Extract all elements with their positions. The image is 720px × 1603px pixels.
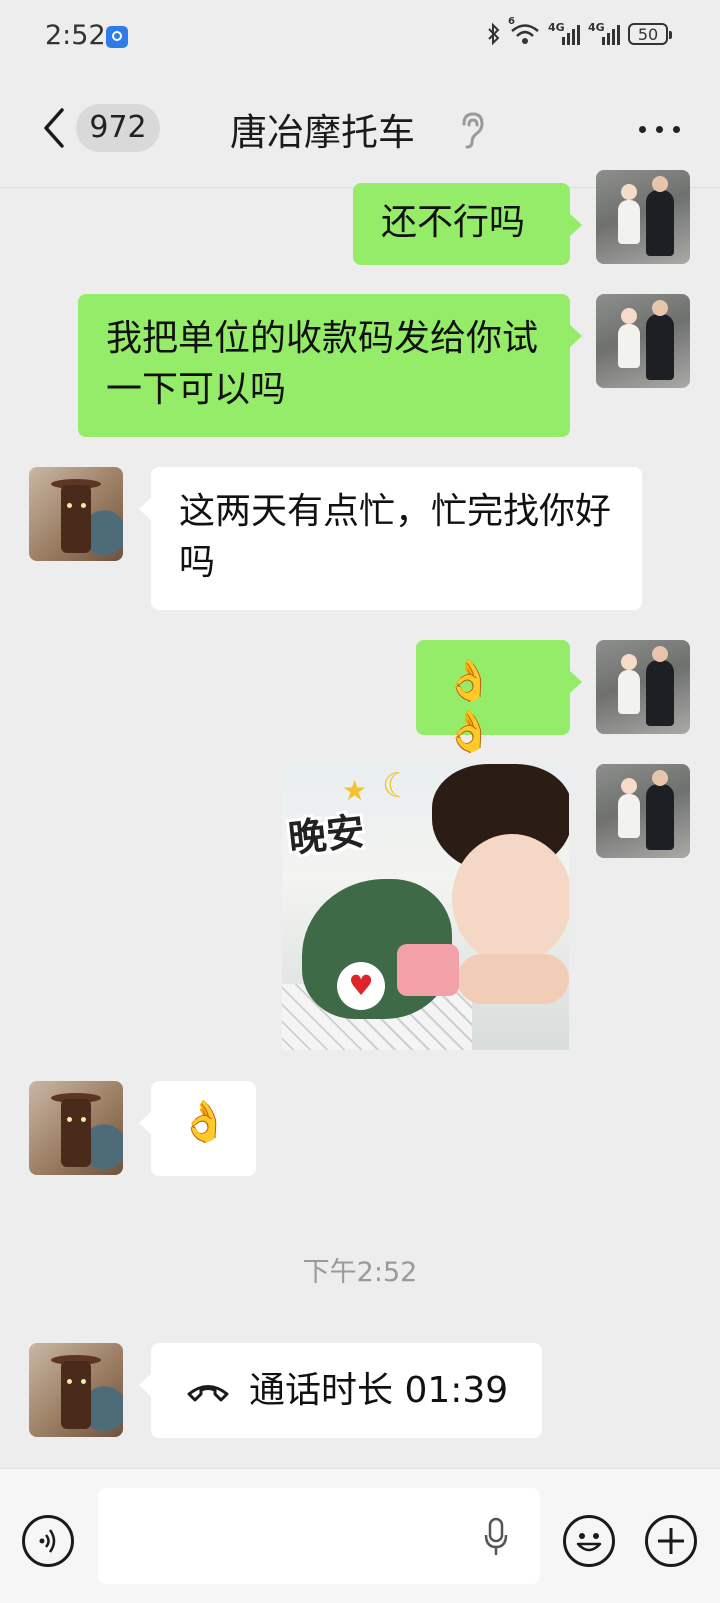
message-text: 我把单位的收款码发给你试一下可以吗 xyxy=(106,318,539,410)
back-arrow-icon[interactable] xyxy=(36,106,76,150)
voice-icon xyxy=(39,1529,56,1553)
sticker-image[interactable]: ★ ☾ 晚安 ♥ xyxy=(282,764,569,1050)
wifi-badge: 6 xyxy=(508,16,515,27)
emoji-button[interactable] xyxy=(563,1515,615,1567)
message-bubble-incoming[interactable]: 👌 xyxy=(139,1081,256,1176)
sticker-caption: 晚安 xyxy=(286,809,367,861)
more-functions-button[interactable] xyxy=(645,1515,697,1567)
my-avatar[interactable] xyxy=(596,640,690,734)
emoji-text: 👌👌 xyxy=(444,658,494,755)
message-text: 还不行吗 xyxy=(381,202,526,243)
call-duration-text: 通话时长 01:39 xyxy=(249,1370,509,1411)
message-bubble-outgoing[interactable]: 还不行吗 xyxy=(353,183,582,265)
smiley-icon xyxy=(576,1533,602,1552)
message-input[interactable] xyxy=(98,1488,540,1584)
battery-level: 50 xyxy=(637,24,659,44)
bluetooth-icon xyxy=(488,22,500,46)
system-icons: 6 4G 4G 50 xyxy=(486,16,672,46)
app-notification-icon xyxy=(106,26,128,48)
contact-avatar[interactable] xyxy=(29,1343,123,1437)
voice-input-toggle-button[interactable] xyxy=(22,1515,74,1567)
contact-avatar[interactable] xyxy=(29,1081,123,1175)
bunny-decoration xyxy=(397,944,459,996)
chat-title: 唐冶摩托车 xyxy=(230,111,415,154)
input-bar xyxy=(0,1468,720,1603)
cell-signal-2-icon: 4G xyxy=(588,21,620,45)
microphone-icon[interactable] xyxy=(483,1517,509,1557)
wifi-icon: 6 xyxy=(508,16,540,46)
message-bubble-incoming[interactable]: 这两天有点忙，忙完找你好吗 xyxy=(139,467,642,610)
status-bar: 2:52 6 4G 4G 50 xyxy=(0,0,720,76)
message-text: 这两天有点忙，忙完找你好吗 xyxy=(179,491,612,583)
message-bubble-outgoing[interactable]: 👌👌 xyxy=(416,640,582,755)
status-time: 2:52 xyxy=(45,20,106,51)
heart-icon: ♥ xyxy=(337,962,385,1010)
my-avatar[interactable] xyxy=(596,764,690,858)
my-avatar[interactable] xyxy=(596,170,690,264)
cell-signal-1-icon: 4G xyxy=(548,21,580,45)
more-options-icon[interactable] xyxy=(639,126,680,133)
contact-avatar[interactable] xyxy=(29,467,123,561)
call-record-bubble[interactable]: 通话时长 01:39 xyxy=(139,1343,542,1438)
emoji-text: 👌 xyxy=(179,1099,229,1145)
my-avatar[interactable] xyxy=(596,294,690,388)
plus-icon xyxy=(658,1528,684,1554)
network-type-1: 4G xyxy=(548,21,565,34)
battery-icon: 50 xyxy=(628,23,672,45)
unread-count-badge[interactable]: 972 xyxy=(76,104,160,152)
message-timestamp: 下午2:52 xyxy=(302,1257,418,1288)
message-bubble-outgoing[interactable]: 我把单位的收款码发给你试一下可以吗 xyxy=(78,294,582,437)
earpiece-mode-icon xyxy=(462,112,484,149)
network-type-2: 4G xyxy=(588,21,605,34)
phone-hangup-icon xyxy=(187,1384,229,1401)
